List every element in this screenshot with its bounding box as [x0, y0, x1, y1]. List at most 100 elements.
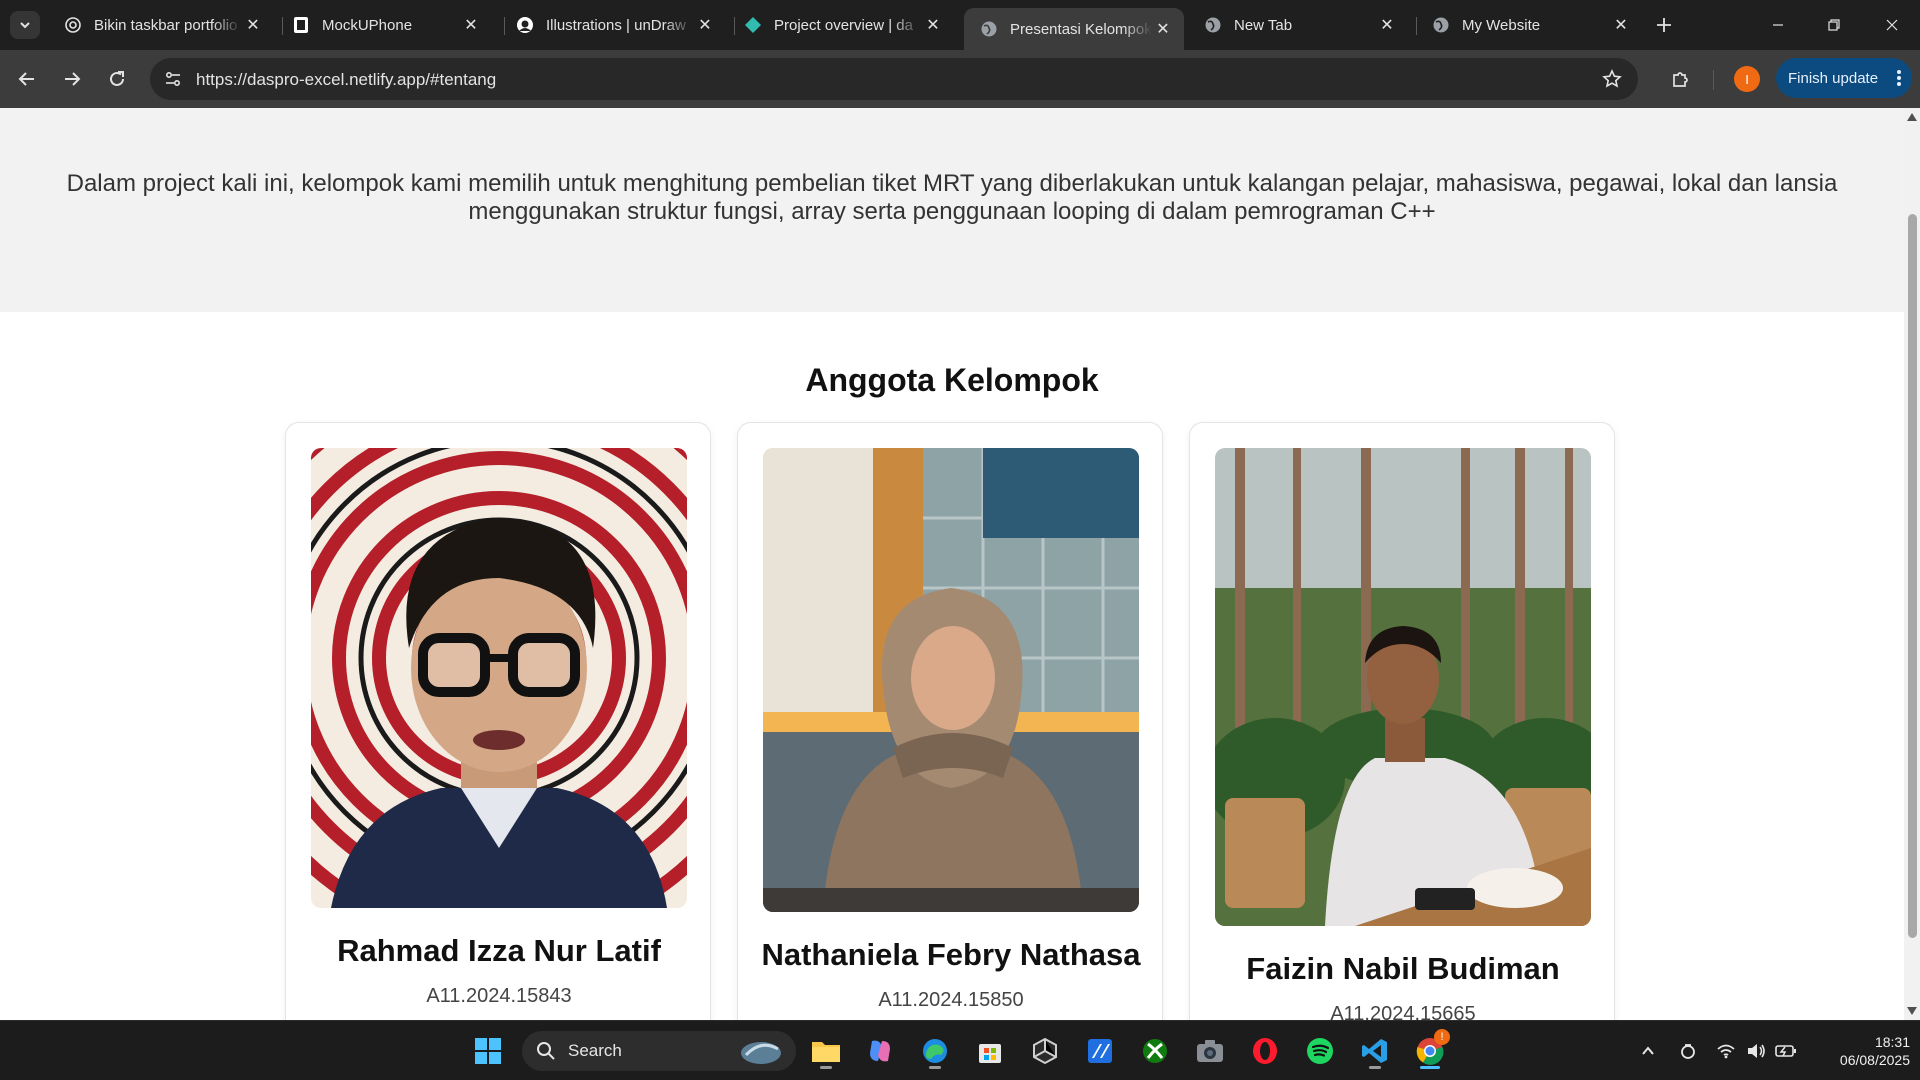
globe-icon [1204, 16, 1222, 34]
network-button[interactable] [1712, 1037, 1740, 1065]
copilot-button[interactable] [860, 1031, 900, 1071]
update-badge: ! [1434, 1029, 1450, 1045]
close-icon[interactable]: ✕ [460, 14, 482, 36]
battery-button[interactable] [1772, 1037, 1800, 1065]
profile-avatar[interactable]: I [1734, 66, 1760, 92]
member-nim: A11.2024.15665 [1330, 1003, 1476, 1020]
minimize-icon [1773, 24, 1783, 26]
globe-icon [980, 20, 998, 38]
puzzle-icon [1673, 72, 1688, 87]
windows-taskbar: Search ! 18:31 06/08/2025 [0, 1020, 1920, 1080]
back-button[interactable] [12, 64, 42, 94]
xbox-button[interactable] [1135, 1031, 1175, 1071]
spotify-button[interactable] [1300, 1031, 1340, 1071]
page-scrollbar[interactable] [1904, 108, 1920, 1020]
vscode-icon [1362, 1039, 1387, 1063]
bookmark-star-button[interactable] [1600, 67, 1624, 91]
forward-button[interactable] [57, 64, 87, 94]
microsoft-store-button[interactable] [970, 1031, 1010, 1071]
member-photo [311, 448, 687, 908]
start-button[interactable] [468, 1031, 508, 1071]
vscode-button[interactable] [1355, 1031, 1395, 1071]
sync-status-button[interactable] [1674, 1037, 1702, 1065]
star-icon [1602, 69, 1622, 88]
taskbar-search[interactable]: Search [522, 1031, 796, 1071]
arrow-left-icon [18, 72, 34, 86]
file-explorer-button[interactable] [806, 1031, 846, 1071]
tab-undraw[interactable]: Illustrations | unDraw ✕ [500, 8, 726, 42]
close-icon [1886, 19, 1898, 31]
clock-time: 18:31 [1874, 1034, 1910, 1050]
toolbar-separator [1713, 70, 1714, 90]
url-text[interactable]: https://daspro-excel.netlify.app/#tentan… [196, 70, 496, 90]
unity-icon [1033, 1037, 1057, 1065]
windows-logo-icon [475, 1038, 501, 1064]
tab-search-button[interactable] [10, 11, 40, 39]
tab-title: Bikin taskbar portfolio [94, 16, 238, 34]
tab-title: Project overview | da [774, 16, 913, 34]
tab-mockuphone[interactable]: MockUPhone ✕ [276, 8, 492, 42]
clock-date: 06/08/2025 [1839, 1052, 1910, 1068]
plus-icon [1657, 18, 1671, 32]
close-icon[interactable]: ✕ [1610, 14, 1632, 36]
reload-button[interactable] [102, 64, 132, 94]
member-photo [763, 448, 1139, 912]
mockuphone-icon [292, 16, 310, 34]
search-icon [537, 1042, 555, 1060]
opera-button[interactable] [1245, 1031, 1285, 1071]
stats-app-button[interactable] [1080, 1031, 1120, 1071]
close-window-button[interactable] [1872, 10, 1912, 40]
new-tab-button[interactable] [1651, 12, 1677, 38]
scroll-up-arrow[interactable] [1907, 112, 1917, 122]
xbox-icon [1143, 1039, 1167, 1063]
edge-icon [923, 1039, 947, 1063]
show-hidden-icons-button[interactable] [1634, 1037, 1662, 1065]
finish-update-button[interactable]: Finish update [1776, 58, 1912, 98]
close-icon[interactable]: ✕ [1376, 14, 1398, 36]
chevron-down-icon [20, 22, 30, 29]
chrome-button[interactable]: ! [1410, 1029, 1450, 1071]
taskbar-clock[interactable]: 18:31 06/08/2025 [1810, 1033, 1910, 1069]
close-icon[interactable]: ✕ [242, 14, 264, 36]
page-viewport: Dalam project kali ini, kelompok kami me… [0, 108, 1904, 1020]
edge-button[interactable] [915, 1031, 955, 1071]
tab-title: Presentasi Kelompok [1010, 20, 1152, 38]
browser-toolbar: https://daspro-excel.netlify.app/#tentan… [0, 50, 1920, 108]
active-indicator [1420, 1066, 1440, 1069]
tab-my-website[interactable]: My Website ✕ [1416, 8, 1642, 42]
folder-icon [812, 1042, 840, 1062]
address-bar[interactable]: https://daspro-excel.netlify.app/#tentan… [150, 58, 1638, 100]
scroll-down-arrow[interactable] [1907, 1006, 1917, 1016]
tab-title: Illustrations | unDraw [546, 16, 686, 34]
unity-button[interactable] [1025, 1031, 1065, 1071]
close-icon[interactable]: ✕ [1152, 18, 1174, 40]
about-section: Dalam project kali ini, kelompok kami me… [0, 108, 1904, 312]
finish-update-label: Finish update [1788, 69, 1879, 87]
tab-project-overview[interactable]: Project overview | da ✕ [728, 8, 954, 42]
members-title: Anggota Kelompok [805, 362, 1099, 398]
restore-icon [1828, 19, 1840, 31]
camera-button[interactable] [1190, 1031, 1230, 1071]
member-nim: A11.2024.15843 [426, 985, 572, 1007]
member-card: Faizin Nabil Budiman A11.2024.15665 [1189, 422, 1615, 1020]
extensions-button[interactable] [1666, 64, 1696, 94]
member-nim: A11.2024.15850 [878, 989, 1024, 1011]
restore-button[interactable] [1814, 10, 1854, 40]
minimize-button[interactable] [1758, 10, 1798, 40]
scroll-thumb[interactable] [1908, 214, 1917, 938]
close-icon[interactable]: ✕ [694, 14, 716, 36]
store-icon [979, 1044, 1001, 1063]
running-indicator [820, 1066, 832, 1069]
tab-bikin-taskbar[interactable]: Bikin taskbar portfolio ✕ [48, 8, 274, 42]
site-info-button[interactable] [158, 64, 188, 94]
search-highlight-icon [741, 1042, 781, 1064]
arrow-right-icon [65, 72, 81, 86]
tab-title: My Website [1462, 16, 1541, 34]
search-label: Search [568, 1041, 622, 1060]
chevron-up-icon [1642, 1046, 1654, 1055]
tab-presentasi-kelompok[interactable]: Presentasi Kelompok ✕ [964, 8, 1184, 50]
speaker-icon [1748, 1044, 1765, 1058]
close-icon[interactable]: ✕ [922, 14, 944, 36]
tab-new-tab[interactable]: New Tab ✕ [1188, 8, 1408, 42]
volume-button[interactable] [1742, 1037, 1770, 1065]
